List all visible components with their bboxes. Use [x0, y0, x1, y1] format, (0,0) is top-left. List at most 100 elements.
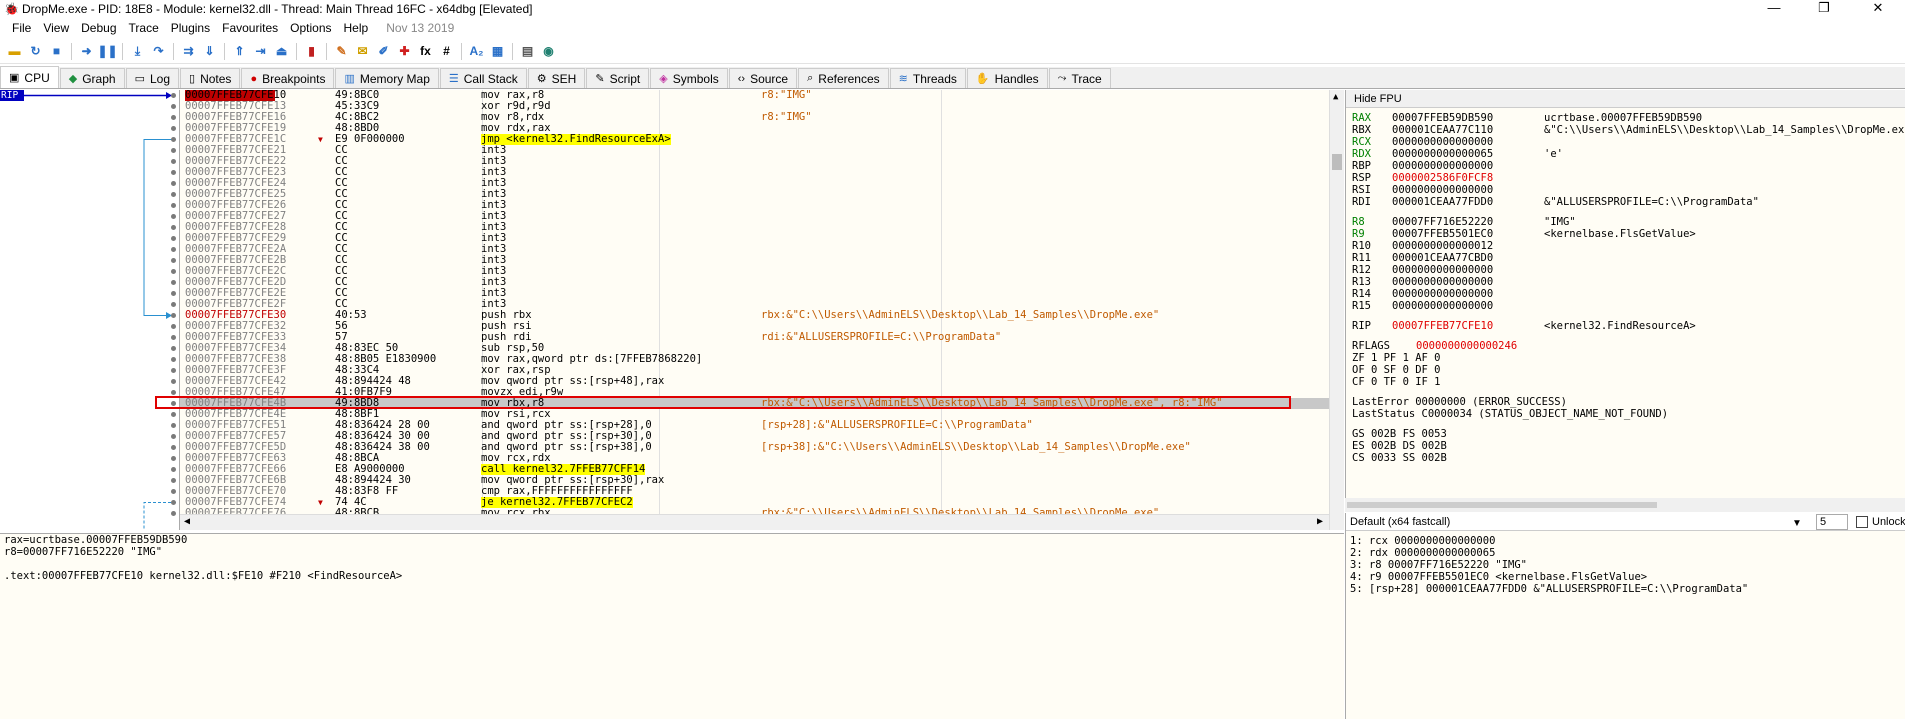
breakpoint-dot[interactable]: [171, 280, 176, 285]
breakpoint-dot[interactable]: [171, 269, 176, 274]
breakpoint-dot[interactable]: [171, 302, 176, 307]
disasm-row[interactable]: 00007FFEB77CFE2A CC int3: [180, 244, 1329, 255]
disasm-row[interactable]: 00007FFEB77CFE2F CC int3: [180, 299, 1329, 310]
disasm-row[interactable]: 00007FFEB77CFE63 48:8BCA mov rcx,rdx: [180, 453, 1329, 464]
breakpoint-dot[interactable]: [171, 500, 176, 505]
pause-icon[interactable]: ❚❚: [97, 43, 117, 60]
run-to-user-code-icon[interactable]: ⇥: [252, 43, 269, 60]
comments-icon[interactable]: ✉: [354, 43, 371, 60]
breakpoint-dot[interactable]: [171, 148, 176, 153]
breakpoint-dot[interactable]: [171, 236, 176, 241]
arg-line[interactable]: 3: r8 00007FF716E52220 "IMG": [1346, 559, 1905, 571]
disasm-row[interactable]: 00007FFEB77CFE22 CC int3: [180, 156, 1329, 167]
breakpoint-dot[interactable]: [171, 467, 176, 472]
breakpoint-dot[interactable]: [171, 335, 176, 340]
disasm-row[interactable]: 00007FFEB77CFE2C CC int3: [180, 266, 1329, 277]
strings-icon[interactable]: A₂: [468, 43, 485, 60]
breakpoint-dot[interactable]: [171, 104, 176, 109]
breakpoint-dot[interactable]: [171, 434, 176, 439]
disasm-row[interactable]: 00007FFEB77CFE28 CC int3: [180, 222, 1329, 233]
arg-line[interactable]: 2: rdx 0000000000000065: [1346, 547, 1905, 559]
tab-call-stack[interactable]: ☰ Call Stack: [439, 68, 527, 88]
web-icon[interactable]: ◉: [540, 43, 557, 60]
horizontal-scrollbar[interactable]: ◀ ▶: [180, 514, 1329, 530]
arg-line[interactable]: 5: [rsp+28] 000001CEAA77FDD0 &"ALLUSERSP…: [1346, 583, 1905, 595]
open-icon[interactable]: ▬: [6, 43, 23, 60]
breakpoint-dot[interactable]: [171, 181, 176, 186]
menu-trace[interactable]: Trace: [123, 19, 165, 38]
tab-memory-map[interactable]: ▥ Memory Map: [335, 68, 439, 88]
breakpoint-dot[interactable]: [171, 192, 176, 197]
hash-icon[interactable]: #: [438, 43, 455, 60]
breakpoint-dot[interactable]: [171, 93, 176, 98]
breakpoint-dot[interactable]: [171, 379, 176, 384]
disasm-row[interactable]: 00007FFEB77CFE3F 48:33C4 xor rax,rsp: [180, 365, 1329, 376]
disasm-row[interactable]: 00007FFEB77CFE42 48:894424 48 mov qword pt…: [180, 376, 1329, 387]
menu-view[interactable]: View: [37, 19, 75, 38]
menu-favourites[interactable]: Favourites: [216, 19, 284, 38]
tab-references[interactable]: ⌕ References: [798, 68, 889, 88]
disasm-row[interactable]: 00007FFEB77CFE30 40:53 push rbx rbx:&"C:\\U…: [180, 310, 1329, 321]
tab-source[interactable]: ‹› Source: [728, 68, 798, 88]
tab-trace[interactable]: ⤳ Trace: [1048, 68, 1111, 88]
registers-hscroll[interactable]: [1345, 498, 1905, 512]
tab-log[interactable]: ▭ Log: [125, 68, 180, 88]
animate-icon[interactable]: ⏏: [273, 43, 290, 60]
disasm-row[interactable]: 00007FFEB77CFE26 CC int3: [180, 200, 1329, 211]
scroll-thumb[interactable]: [1347, 502, 1657, 508]
disasm-row[interactable]: 00007FFEB77CFE6B 48:894424 30 mov qword pt…: [180, 475, 1329, 486]
memory-icon[interactable]: ▦: [489, 43, 506, 60]
execute-till-return-icon[interactable]: ⇑: [231, 43, 248, 60]
disasm-row[interactable]: 00007FFEB77CFE13 45:33C9 xor r9d,r9d: [180, 101, 1329, 112]
disasm-row[interactable]: 00007FFEB77CFE2E CC int3: [180, 288, 1329, 299]
menu-file[interactable]: File: [6, 19, 37, 38]
disasm-row[interactable]: 00007FFEB77CFE10 49:8BC0 mov rax,r8 r8:"IMG…: [180, 90, 1329, 101]
breakpoint-dot[interactable]: [171, 456, 176, 461]
arg-count-spinbox[interactable]: 5: [1816, 514, 1848, 530]
hide-fpu-button[interactable]: Hide FPU: [1346, 90, 1905, 108]
breakpoint-dot[interactable]: [171, 313, 176, 318]
restart-icon[interactable]: ↻: [27, 43, 44, 60]
menu-debug[interactable]: Debug: [75, 19, 122, 38]
run-icon[interactable]: ➜: [78, 43, 95, 60]
disasm-row[interactable]: 00007FFEB77CFE66 E8 A9000000 call kernel32…: [180, 464, 1329, 475]
tab-symbols[interactable]: ◈ Symbols: [650, 68, 728, 88]
disasm-row[interactable]: 00007FFEB77CFE16 4C:8BC2 mov r8,rdx r8:"IMG…: [180, 112, 1329, 123]
breakpoint-dot[interactable]: [171, 159, 176, 164]
breakpoint-dot[interactable]: [171, 412, 176, 417]
breakpoint-dot[interactable]: [171, 489, 176, 494]
tab-cpu[interactable]: ▣ CPU: [0, 66, 59, 88]
breakpoint-dot[interactable]: [171, 137, 176, 142]
arg-line[interactable]: 4: r9 00007FFEB5501EC0 <kernelbase.FlsGe…: [1346, 571, 1905, 583]
disasm-row[interactable]: 00007FFEB77CFE19 48:8BD0 mov rdx,rax: [180, 123, 1329, 134]
arg-line[interactable]: 1: rcx 0000000000000000: [1346, 535, 1905, 547]
tab-threads[interactable]: ≋ Threads: [889, 68, 966, 88]
scroll-thumb[interactable]: [1332, 154, 1342, 170]
tab-seh[interactable]: ⚙ SEH: [527, 68, 586, 88]
step-into-icon[interactable]: ⤓: [129, 43, 146, 60]
calculator-icon[interactable]: ▤: [519, 43, 536, 60]
breakpoint-dot[interactable]: [171, 324, 176, 329]
disassembly-listing[interactable]: 00007FFEB77CFE10 49:8BC0 mov rax,r8 r8:"IMG…: [180, 90, 1329, 519]
disasm-row[interactable]: 00007FFEB77CFE25 CC int3: [180, 189, 1329, 200]
breakpoint-dot[interactable]: [171, 357, 176, 362]
vertical-scrollbar[interactable]: ▲: [1329, 90, 1344, 530]
disasm-row[interactable]: 00007FFEB77CFE21 CC int3: [180, 145, 1329, 156]
close-button[interactable]: ✕: [1855, 0, 1901, 17]
labels-icon[interactable]: ✐: [375, 43, 392, 60]
disasm-row[interactable]: 00007FFEB77CFE70 48:83F8 FF cmp rax,FFFFFF…: [180, 486, 1329, 497]
tab-breakpoints[interactable]: ● Breakpoints: [241, 68, 335, 88]
breakpoint-dot[interactable]: [171, 478, 176, 483]
disasm-row[interactable]: 00007FFEB77CFE57 48:836424 30 00 and qword…: [180, 431, 1329, 442]
menu-options[interactable]: Options: [284, 19, 337, 38]
disasm-row[interactable]: 00007FFEB77CFE38 48:8B05 E1830900 mov rax,…: [180, 354, 1329, 365]
disasm-row[interactable]: 00007FFEB77CFE1C E9 0F000000 jmp <kernel32…: [180, 134, 1329, 145]
disasm-row[interactable]: 00007FFEB77CFE33 57 push rdi rdi:&"ALLUSERS…: [180, 332, 1329, 343]
disasm-row[interactable]: 00007FFEB77CFE4E 48:8BF1 mov rsi,rcx: [180, 409, 1329, 420]
breakpoint-dot[interactable]: [171, 225, 176, 230]
scroll-left-icon[interactable]: ◀: [184, 516, 190, 527]
bookmarks-icon[interactable]: ✚: [396, 43, 413, 60]
breakpoint-dot[interactable]: [171, 126, 176, 131]
chevron-down-icon[interactable]: ▼: [1792, 515, 1802, 533]
breakpoint-dot[interactable]: [171, 445, 176, 450]
